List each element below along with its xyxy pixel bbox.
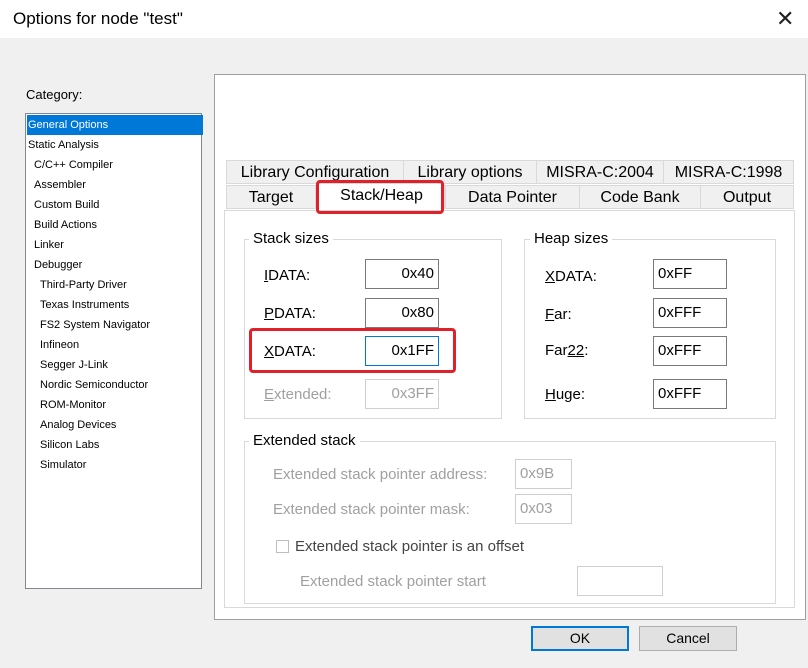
ext-start-input[interactable] xyxy=(577,566,663,596)
category-item-silicon-labs[interactable]: Silicon Labs xyxy=(40,435,99,455)
stack-extended-input[interactable]: 0x3FF xyxy=(365,379,439,409)
ext-address-label: Extended stack pointer address: xyxy=(273,466,488,483)
stack-idata-input[interactable]: 0x40 xyxy=(365,259,439,289)
title-bar: Options for node "test" ✕ xyxy=(0,0,808,38)
tab-data-pointer[interactable]: Data Pointer xyxy=(445,185,580,209)
ext-offset-label: Extended stack pointer is an offset xyxy=(295,538,525,555)
heap-sizes-title: Heap sizes xyxy=(530,230,613,247)
ext-mask-input[interactable]: 0x03 xyxy=(515,494,572,524)
ext-mask-label: Extended stack pointer mask: xyxy=(273,501,470,518)
extended-stack-title: Extended stack xyxy=(249,432,360,449)
heap-huge-label: Huge: xyxy=(545,386,586,403)
category-item-debugger[interactable]: Debugger xyxy=(34,255,82,275)
stack-heap-tab-highlight xyxy=(316,180,444,214)
close-icon[interactable]: ✕ xyxy=(776,6,794,32)
heap-xdata-label: XDATA: xyxy=(545,268,597,285)
tab-misra-c-1998[interactable]: MISRA-C:1998 xyxy=(663,160,794,184)
tab-misra-c-2004[interactable]: MISRA-C:2004 xyxy=(536,160,664,184)
category-item-fs2-system-navigator[interactable]: FS2 System Navigator xyxy=(40,315,150,335)
stack-pdata-label: PDATA: xyxy=(264,305,316,322)
category-item-general-options[interactable]: General Options xyxy=(27,115,203,135)
category-item-nordic-semiconductor[interactable]: Nordic Semiconductor xyxy=(40,375,148,395)
category-item-infineon[interactable]: Infineon xyxy=(40,335,79,355)
tab-target[interactable]: Target xyxy=(226,185,316,209)
heap-far22-label: Far22: xyxy=(545,342,589,359)
ext-start-label: Extended stack pointer start xyxy=(300,573,486,590)
category-item-static-analysis[interactable]: Static Analysis xyxy=(28,135,99,155)
stack-sizes-title: Stack sizes xyxy=(249,230,333,247)
xdata-row-highlight xyxy=(249,328,456,373)
category-item-assembler[interactable]: Assembler xyxy=(34,175,86,195)
category-item-custom-build[interactable]: Custom Build xyxy=(34,195,99,215)
category-item-third-party-driver[interactable]: Third-Party Driver xyxy=(40,275,127,295)
tab-output[interactable]: Output xyxy=(700,185,794,209)
stack-pdata-input[interactable]: 0x80 xyxy=(365,298,439,328)
category-item-rom-monitor[interactable]: ROM-Monitor xyxy=(40,395,106,415)
heap-far-input[interactable]: 0xFFF xyxy=(653,298,727,328)
stack-extended-label: Extended: xyxy=(264,386,332,403)
category-item-build-actions[interactable]: Build Actions xyxy=(34,215,97,235)
cancel-button[interactable]: Cancel xyxy=(639,626,737,651)
category-item-simulator[interactable]: Simulator xyxy=(40,455,86,475)
category-item-texas-instruments[interactable]: Texas Instruments xyxy=(40,295,129,315)
category-item-c-compiler[interactable]: C/C++ Compiler xyxy=(34,155,113,175)
stack-idata-label: IDATA: xyxy=(264,267,311,284)
heap-far22-input[interactable]: 0xFFF xyxy=(653,336,727,366)
ok-button[interactable]: OK xyxy=(531,626,629,651)
ext-offset-checkbox[interactable] xyxy=(276,540,289,553)
category-item-linker[interactable]: Linker xyxy=(34,235,64,255)
tab-code-bank[interactable]: Code Bank xyxy=(579,185,701,209)
category-item-analog-devices[interactable]: Analog Devices xyxy=(40,415,116,435)
window-title: Options for node "test" xyxy=(13,9,183,28)
heap-huge-input[interactable]: 0xFFF xyxy=(653,379,727,409)
heap-xdata-input[interactable]: 0xFF xyxy=(653,259,727,289)
ext-address-input[interactable]: 0x9B xyxy=(515,459,572,489)
category-label: Category: xyxy=(26,87,83,102)
heap-far-label: Far: xyxy=(545,306,572,323)
category-list[interactable]: General Options Static Analysis C/C++ Co… xyxy=(25,113,203,589)
category-item-segger-j-link[interactable]: Segger J-Link xyxy=(40,355,108,375)
